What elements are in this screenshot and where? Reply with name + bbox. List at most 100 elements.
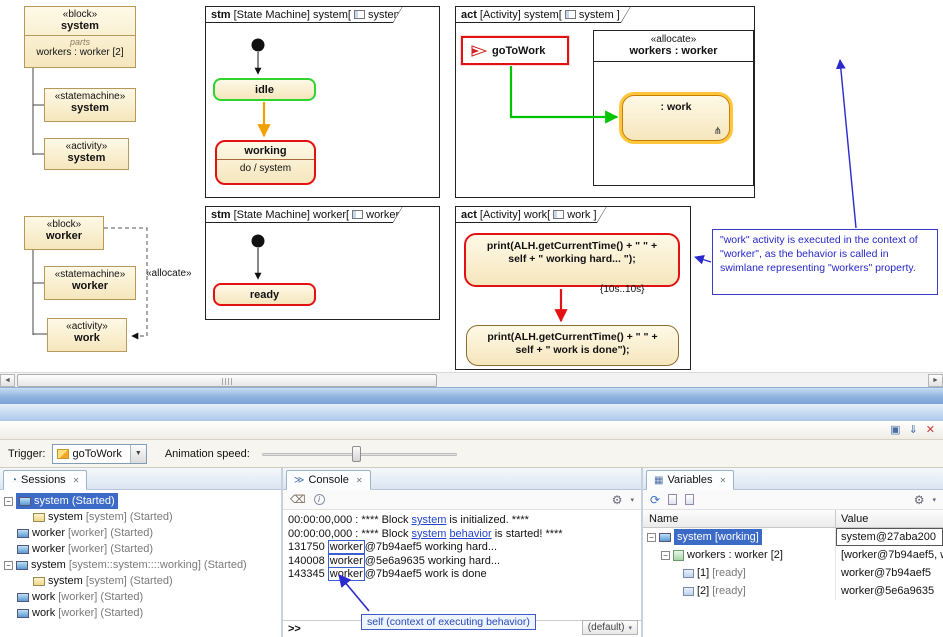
tab-label: Console [308, 474, 348, 486]
session-row[interactable]: work [worker] (Started) [0, 605, 281, 621]
frame-mid: [Activity] work[ [480, 209, 550, 221]
log-link[interactable]: system [412, 528, 447, 540]
collapse-icon[interactable]: − [4, 561, 13, 570]
tab-console[interactable]: ≫ Console ✕ [286, 470, 371, 490]
activity-system-box[interactable]: «activity» system [44, 138, 129, 170]
variable-value[interactable]: [worker@7b94aef5, w... [836, 546, 943, 564]
horizontal-scrollbar[interactable]: ◄ ► [0, 372, 943, 387]
trigger-combobox[interactable]: goToWork ▼ [52, 444, 147, 464]
scrollbar-thumb[interactable] [17, 374, 437, 387]
chevron-down-icon: ▾ [628, 624, 632, 632]
note-comment[interactable]: "work" activity is executed in the conte… [712, 229, 938, 295]
tab-sessions[interactable]: ◔ Sessions ✕ [3, 470, 87, 490]
state-working[interactable]: working do / system [215, 140, 316, 185]
state-idle[interactable]: idle [213, 78, 316, 101]
state-ready[interactable]: ready [213, 283, 316, 306]
variable-state: [working] [715, 531, 759, 543]
session-row[interactable]: − system (Started) [0, 493, 281, 509]
variable-value[interactable]: worker@5e6a9635 [836, 582, 943, 600]
lane-stereotype: «allocate» [594, 34, 753, 45]
session-row[interactable]: worker [worker] (Started) [0, 541, 281, 557]
slider-thumb[interactable] [352, 446, 361, 462]
collapse-icon[interactable]: − [661, 551, 670, 560]
gear-icon[interactable]: ⚙ [612, 493, 623, 507]
session-name: work [32, 591, 55, 603]
session-row[interactable]: work [worker] (Started) [0, 589, 281, 605]
session-row[interactable]: system [system] (Started) [0, 573, 281, 589]
block-system[interactable]: «block» system parts workers : worker [2… [24, 6, 136, 68]
variable-value[interactable]: worker@7b94aef5 [836, 564, 943, 582]
variable-name: workers : worker [2] [687, 549, 783, 561]
column-name[interactable]: Name [643, 510, 836, 527]
pin-icon[interactable]: ⇓ [909, 425, 918, 436]
trigger-dropdown-button[interactable]: ▼ [130, 445, 146, 463]
info-icon[interactable]: i [314, 494, 325, 505]
tab-variables[interactable]: ▦ Variables ✕ [646, 470, 734, 490]
gear-dropdown-icon[interactable]: ▾ [932, 496, 936, 504]
highlighted-token[interactable]: worker [328, 567, 365, 581]
simulation-panel-titlebar: ▣ ⇓ ✕ [0, 421, 943, 440]
block-worker[interactable]: «block» worker [24, 216, 104, 250]
accept-event-gotowork[interactable]: goToWork [461, 36, 569, 65]
console-scope-dropdown[interactable]: (default) ▾ [582, 620, 638, 635]
session-row[interactable]: − system [system::system::::working] (St… [0, 557, 281, 573]
highlighted-token[interactable]: worker [328, 554, 365, 568]
close-panel-icon[interactable]: ✕ [926, 425, 935, 436]
frame-kind: act [461, 209, 477, 221]
frame-name: worker ] [366, 209, 405, 221]
variable-row[interactable]: − workers : worker [2] [worker@7b94aef5,… [643, 546, 943, 564]
refresh-icon[interactable]: ⟳ [650, 493, 660, 507]
clear-console-icon[interactable]: ⌫ [290, 493, 306, 506]
collapse-icon[interactable]: − [647, 533, 656, 542]
console-tooltip: self (context of executing behavior) [361, 614, 536, 630]
action-work-call[interactable]: : work ⋔ [622, 95, 730, 141]
console-log[interactable]: 00:00:00,000 : **** Block system is init… [283, 510, 641, 620]
session-detail: [system] (Started) [86, 575, 173, 587]
animation-speed-slider[interactable] [262, 445, 457, 463]
column-value[interactable]: Value [836, 513, 943, 525]
scroll-right-button[interactable]: ► [928, 374, 943, 387]
log-link[interactable]: behavior [449, 528, 491, 540]
session-row[interactable]: worker [worker] (Started) [0, 525, 281, 541]
action-text-line1: print(ALH.getCurrentTime() + " " + [466, 240, 678, 253]
tab-label: Variables [667, 474, 712, 486]
highlighted-token[interactable]: worker [328, 540, 365, 554]
name: work [48, 332, 126, 344]
scroll-left-button[interactable]: ◄ [0, 374, 15, 387]
close-icon[interactable]: ✕ [720, 476, 727, 485]
gear-icon[interactable]: ⚙ [914, 493, 925, 507]
log-link[interactable]: system [412, 514, 447, 526]
diagram-icon [352, 210, 363, 219]
name: system [45, 102, 135, 114]
variable-row[interactable]: [1] [ready] worker@7b94aef5 [643, 564, 943, 582]
close-icon[interactable]: ✕ [73, 476, 80, 485]
variable-row[interactable]: − system [working] system@27aba200 [643, 528, 943, 546]
session-name: work [32, 607, 55, 619]
close-icon[interactable]: ✕ [356, 476, 363, 485]
console-prompt: >> [288, 623, 301, 635]
export-icon[interactable] [668, 494, 677, 505]
session-name: system [34, 495, 69, 507]
dock-splitter-band-bottom[interactable] [0, 404, 943, 421]
variable-value[interactable]: system@27aba200 [836, 528, 943, 546]
trigger-label: Trigger: [8, 448, 46, 460]
variable-row[interactable]: [2] [ready] worker@5e6a9635 [643, 582, 943, 600]
variable-state: [ready] [712, 585, 746, 597]
collapse-icon[interactable]: − [4, 497, 13, 506]
activity-work-box[interactable]: «activity» work [47, 318, 127, 352]
import-icon[interactable] [685, 494, 694, 505]
console-tabbar: ≫ Console ✕ [283, 468, 641, 490]
action-print-work-done[interactable]: print(ALH.getCurrentTime() + " " + self … [466, 325, 679, 366]
statemachine-system-box[interactable]: «statemachine» system [44, 88, 136, 122]
session-row[interactable]: system [system] (Started) [0, 509, 281, 525]
console-panel: ≫ Console ✕ ⌫ i ⚙ ▾ 00:00:00,000 : **** … [283, 468, 641, 637]
dock-splitter-band-top[interactable] [0, 387, 943, 404]
action-print-working-hard[interactable]: print(ALH.getCurrentTime() + " " + self … [464, 233, 680, 287]
restore-window-icon[interactable]: ▣ [890, 425, 900, 436]
statemachine-worker-box[interactable]: «statemachine» worker [44, 266, 136, 300]
gear-dropdown-icon[interactable]: ▾ [630, 496, 634, 504]
duration-constraint: {10s..10s} [600, 284, 644, 295]
compartment-divider [25, 35, 135, 36]
session-icon [16, 561, 28, 570]
stereotype: «activity» [48, 321, 126, 332]
